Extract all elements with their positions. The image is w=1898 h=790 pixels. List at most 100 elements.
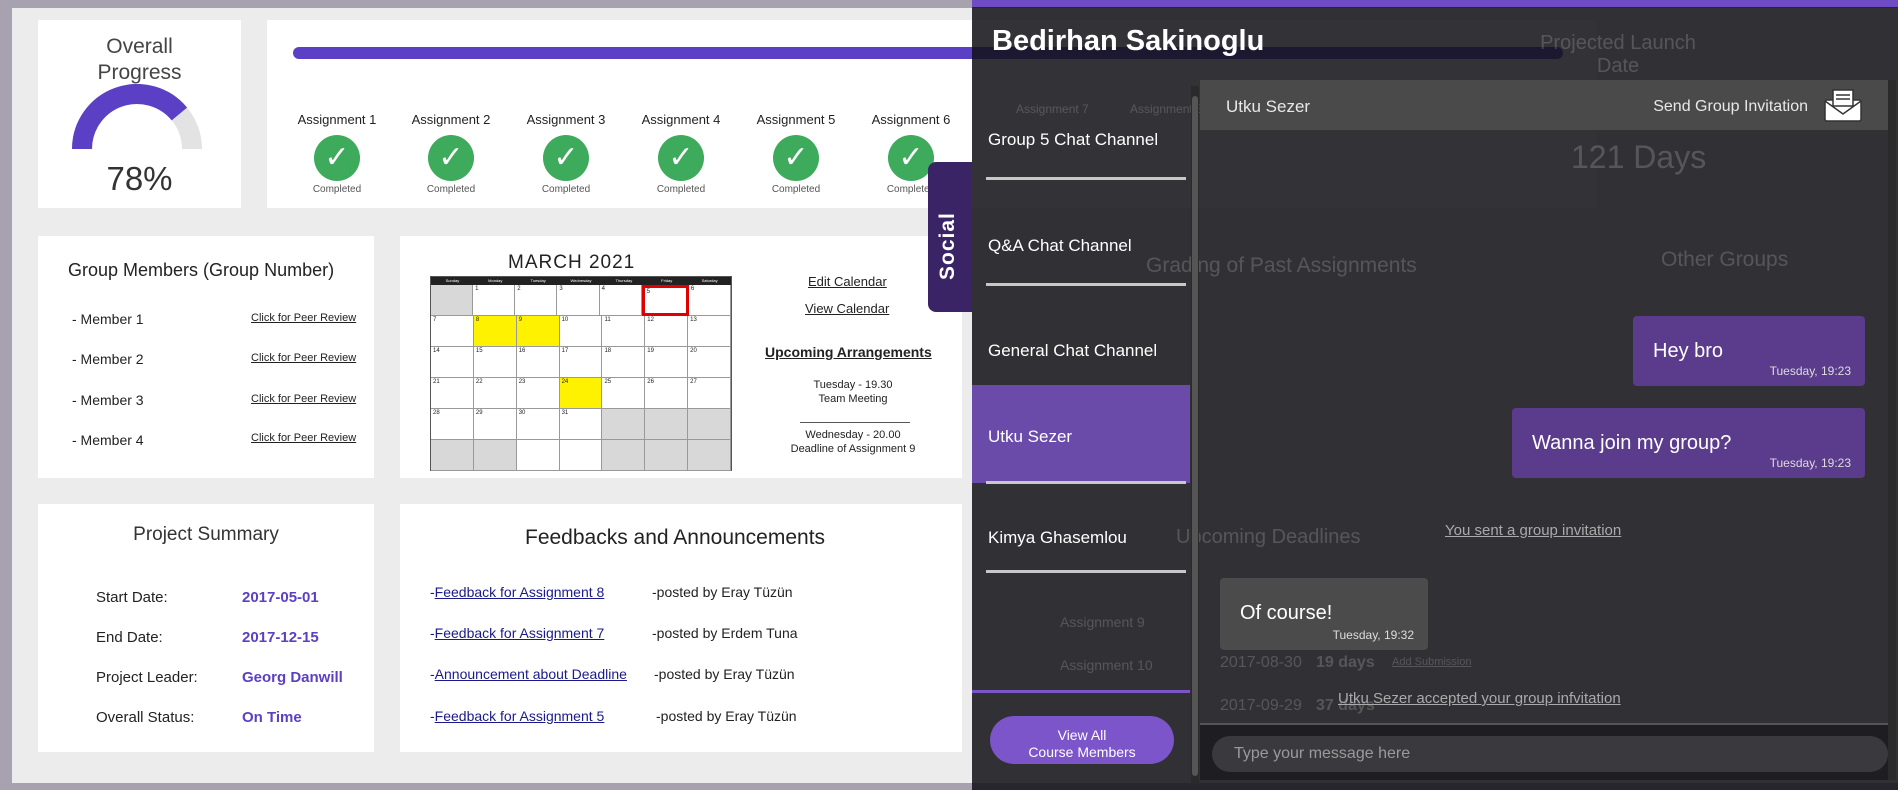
calendar-day — [431, 440, 474, 471]
check-icon: ✓ — [428, 135, 474, 181]
feedback-author: -posted by Eray Tüzün — [654, 666, 795, 682]
calendar-day-event[interactable]: 9 — [516, 316, 560, 347]
calendar-day[interactable]: 1 — [473, 285, 516, 316]
calendar-day[interactable]: 20 — [688, 347, 732, 378]
calendar-day[interactable]: 25 — [602, 378, 646, 409]
system-message: You sent a group invitation — [1445, 522, 1622, 539]
peer-review-link[interactable]: Click for Peer Review — [251, 432, 356, 444]
chat-header: Utku Sezer Send Group Invitation — [1200, 80, 1888, 130]
calendar-day[interactable]: 21 — [431, 378, 474, 409]
channel-label: General Chat Channel — [988, 341, 1158, 360]
edit-calendar-link[interactable]: Edit Calendar — [808, 274, 887, 289]
calendar-day[interactable]: 15 — [473, 347, 517, 378]
channel-qa[interactable]: Q&A Chat Channel — [972, 206, 1190, 286]
assignment-name: Assignment 2 — [411, 112, 491, 127]
peer-review-link[interactable]: Click for Peer Review — [251, 393, 356, 405]
assignment-item[interactable]: Assignment 4 ✓ Completed — [631, 112, 731, 195]
calendar-mini-month — [516, 440, 560, 471]
social-tab[interactable]: Social — [928, 162, 972, 312]
calendar-day[interactable]: 29 — [473, 409, 517, 440]
divider — [986, 481, 1186, 484]
weekday-label: Thursday — [615, 278, 633, 283]
peer-review-link[interactable]: Click for Peer Review — [251, 352, 356, 364]
assignment-item[interactable]: Assignment 1 ✓ Completed — [287, 112, 387, 195]
calendar-day[interactable]: 6 — [688, 285, 731, 316]
assignment-item[interactable]: Assignment 3 ✓ Completed — [516, 112, 616, 195]
channel-utku-sezer[interactable]: Utku Sezer — [972, 385, 1190, 484]
calendar-day[interactable]: 4 — [599, 285, 642, 316]
channel-label: Utku Sezer — [988, 427, 1073, 446]
feedback-link[interactable]: -Feedback for Assignment 7 — [430, 625, 604, 641]
feedback-link[interactable]: -Feedback for Assignment 8 — [430, 584, 604, 600]
calendar-card: MARCH 2021 Sunday Monday Tuesday Wednesd… — [400, 236, 962, 478]
assignment-status: Completed — [656, 184, 706, 195]
calendar-day-today[interactable]: 5 — [641, 285, 689, 316]
calendar-day[interactable]: 26 — [645, 378, 689, 409]
calendar-day[interactable]: 10 — [559, 316, 603, 347]
calendar-day[interactable]: 22 — [473, 378, 517, 409]
channel-label: Q&A Chat Channel — [988, 236, 1132, 255]
calendar-day[interactable]: 19 — [645, 347, 689, 378]
calendar-day[interactable]: 11 — [602, 316, 646, 347]
calendar-day[interactable]: 12 — [645, 316, 689, 347]
summary-label: Project Leader: — [96, 669, 198, 686]
check-icon: ✓ — [773, 135, 819, 181]
calendar-day — [602, 409, 646, 440]
channel-group-5[interactable]: Group 5 Chat Channel — [972, 100, 1190, 180]
chat-scrollbar[interactable] — [1888, 80, 1896, 780]
faded-text: Projected Launch Date — [1540, 32, 1696, 77]
calendar-day[interactable]: 13 — [688, 316, 732, 347]
view-all-course-members-button[interactable]: View All Course Members — [990, 716, 1174, 764]
system-message: Utku Sezer accepted your group infvitati… — [1338, 690, 1621, 707]
calendar-day[interactable]: 16 — [516, 347, 560, 378]
divider — [800, 422, 910, 423]
member-name: - Member 2 — [72, 351, 144, 367]
assignment-item[interactable]: Assignment 5 ✓ Completed — [746, 112, 846, 195]
feedback-link[interactable]: -Feedback for Assignment 5 — [430, 708, 604, 724]
calendar-day — [688, 409, 732, 440]
message-time: Tuesday, 19:23 — [1769, 364, 1851, 378]
calendar-day[interactable] — [431, 285, 474, 316]
calendar-day[interactable]: 18 — [602, 347, 646, 378]
progress-percent: 78% — [106, 160, 173, 197]
summary-value: 2017-05-01 — [242, 589, 319, 606]
view-calendar-link[interactable]: View Calendar — [805, 301, 889, 316]
assignment-name: Assignment 6 — [871, 112, 951, 127]
calendar-day[interactable]: 3 — [557, 285, 600, 316]
feedback-title: Feedbacks and Announcements — [525, 526, 826, 549]
calendar-day — [645, 409, 689, 440]
weekday-label: Monday — [488, 278, 503, 283]
channel-general[interactable]: General Chat Channel — [972, 310, 1190, 390]
calendar-day[interactable]: 14 — [431, 347, 474, 378]
chat-input-bar — [1200, 723, 1888, 780]
send-group-invitation-button[interactable]: Send Group Invitation — [1653, 98, 1808, 116]
calendar-day-event[interactable]: 8 — [473, 316, 517, 347]
summary-label: Start Date: — [96, 589, 168, 606]
calendar-mini-month — [559, 440, 603, 471]
scroll-thumb[interactable] — [1192, 96, 1198, 776]
calendar-day-event[interactable]: 24 — [559, 378, 603, 409]
calendar-day[interactable]: 2 — [515, 285, 558, 316]
mail-icon[interactable] — [1824, 88, 1862, 122]
channel-label: Group 5 Chat Channel — [988, 130, 1159, 149]
assignment-name: Assignment 4 — [641, 112, 721, 127]
weekday-label: Friday — [661, 278, 673, 283]
calendar-day[interactable]: 31 — [559, 409, 603, 440]
assignment-status: Completed — [312, 184, 362, 195]
arrangement-when: Wednesday - 20.00 — [805, 429, 901, 441]
calendar-day[interactable]: 17 — [559, 347, 603, 378]
feedback-link[interactable]: -Announcement about Deadline — [430, 666, 627, 682]
calendar-grid[interactable]: Sunday Monday Tuesday Wednesday Thursday… — [430, 276, 732, 471]
message-input[interactable] — [1212, 736, 1888, 772]
channel-scrollbar[interactable] — [1191, 86, 1199, 784]
calendar-day[interactable]: 7 — [431, 316, 474, 347]
arrangement-item: Wednesday - 20.00 Deadline of Assignment… — [765, 428, 941, 456]
channel-kimya-ghasemlou[interactable]: Kimya Ghasemlou — [972, 505, 1190, 585]
calendar-day[interactable]: 27 — [688, 378, 732, 409]
assignment-item[interactable]: Assignment 2 ✓ Completed — [401, 112, 501, 195]
calendar-day[interactable]: 28 — [431, 409, 474, 440]
calendar-day[interactable]: 23 — [516, 378, 560, 409]
peer-review-link[interactable]: Click for Peer Review — [251, 312, 356, 324]
calendar-title: MARCH 2021 — [508, 252, 636, 273]
calendar-day[interactable]: 30 — [516, 409, 560, 440]
